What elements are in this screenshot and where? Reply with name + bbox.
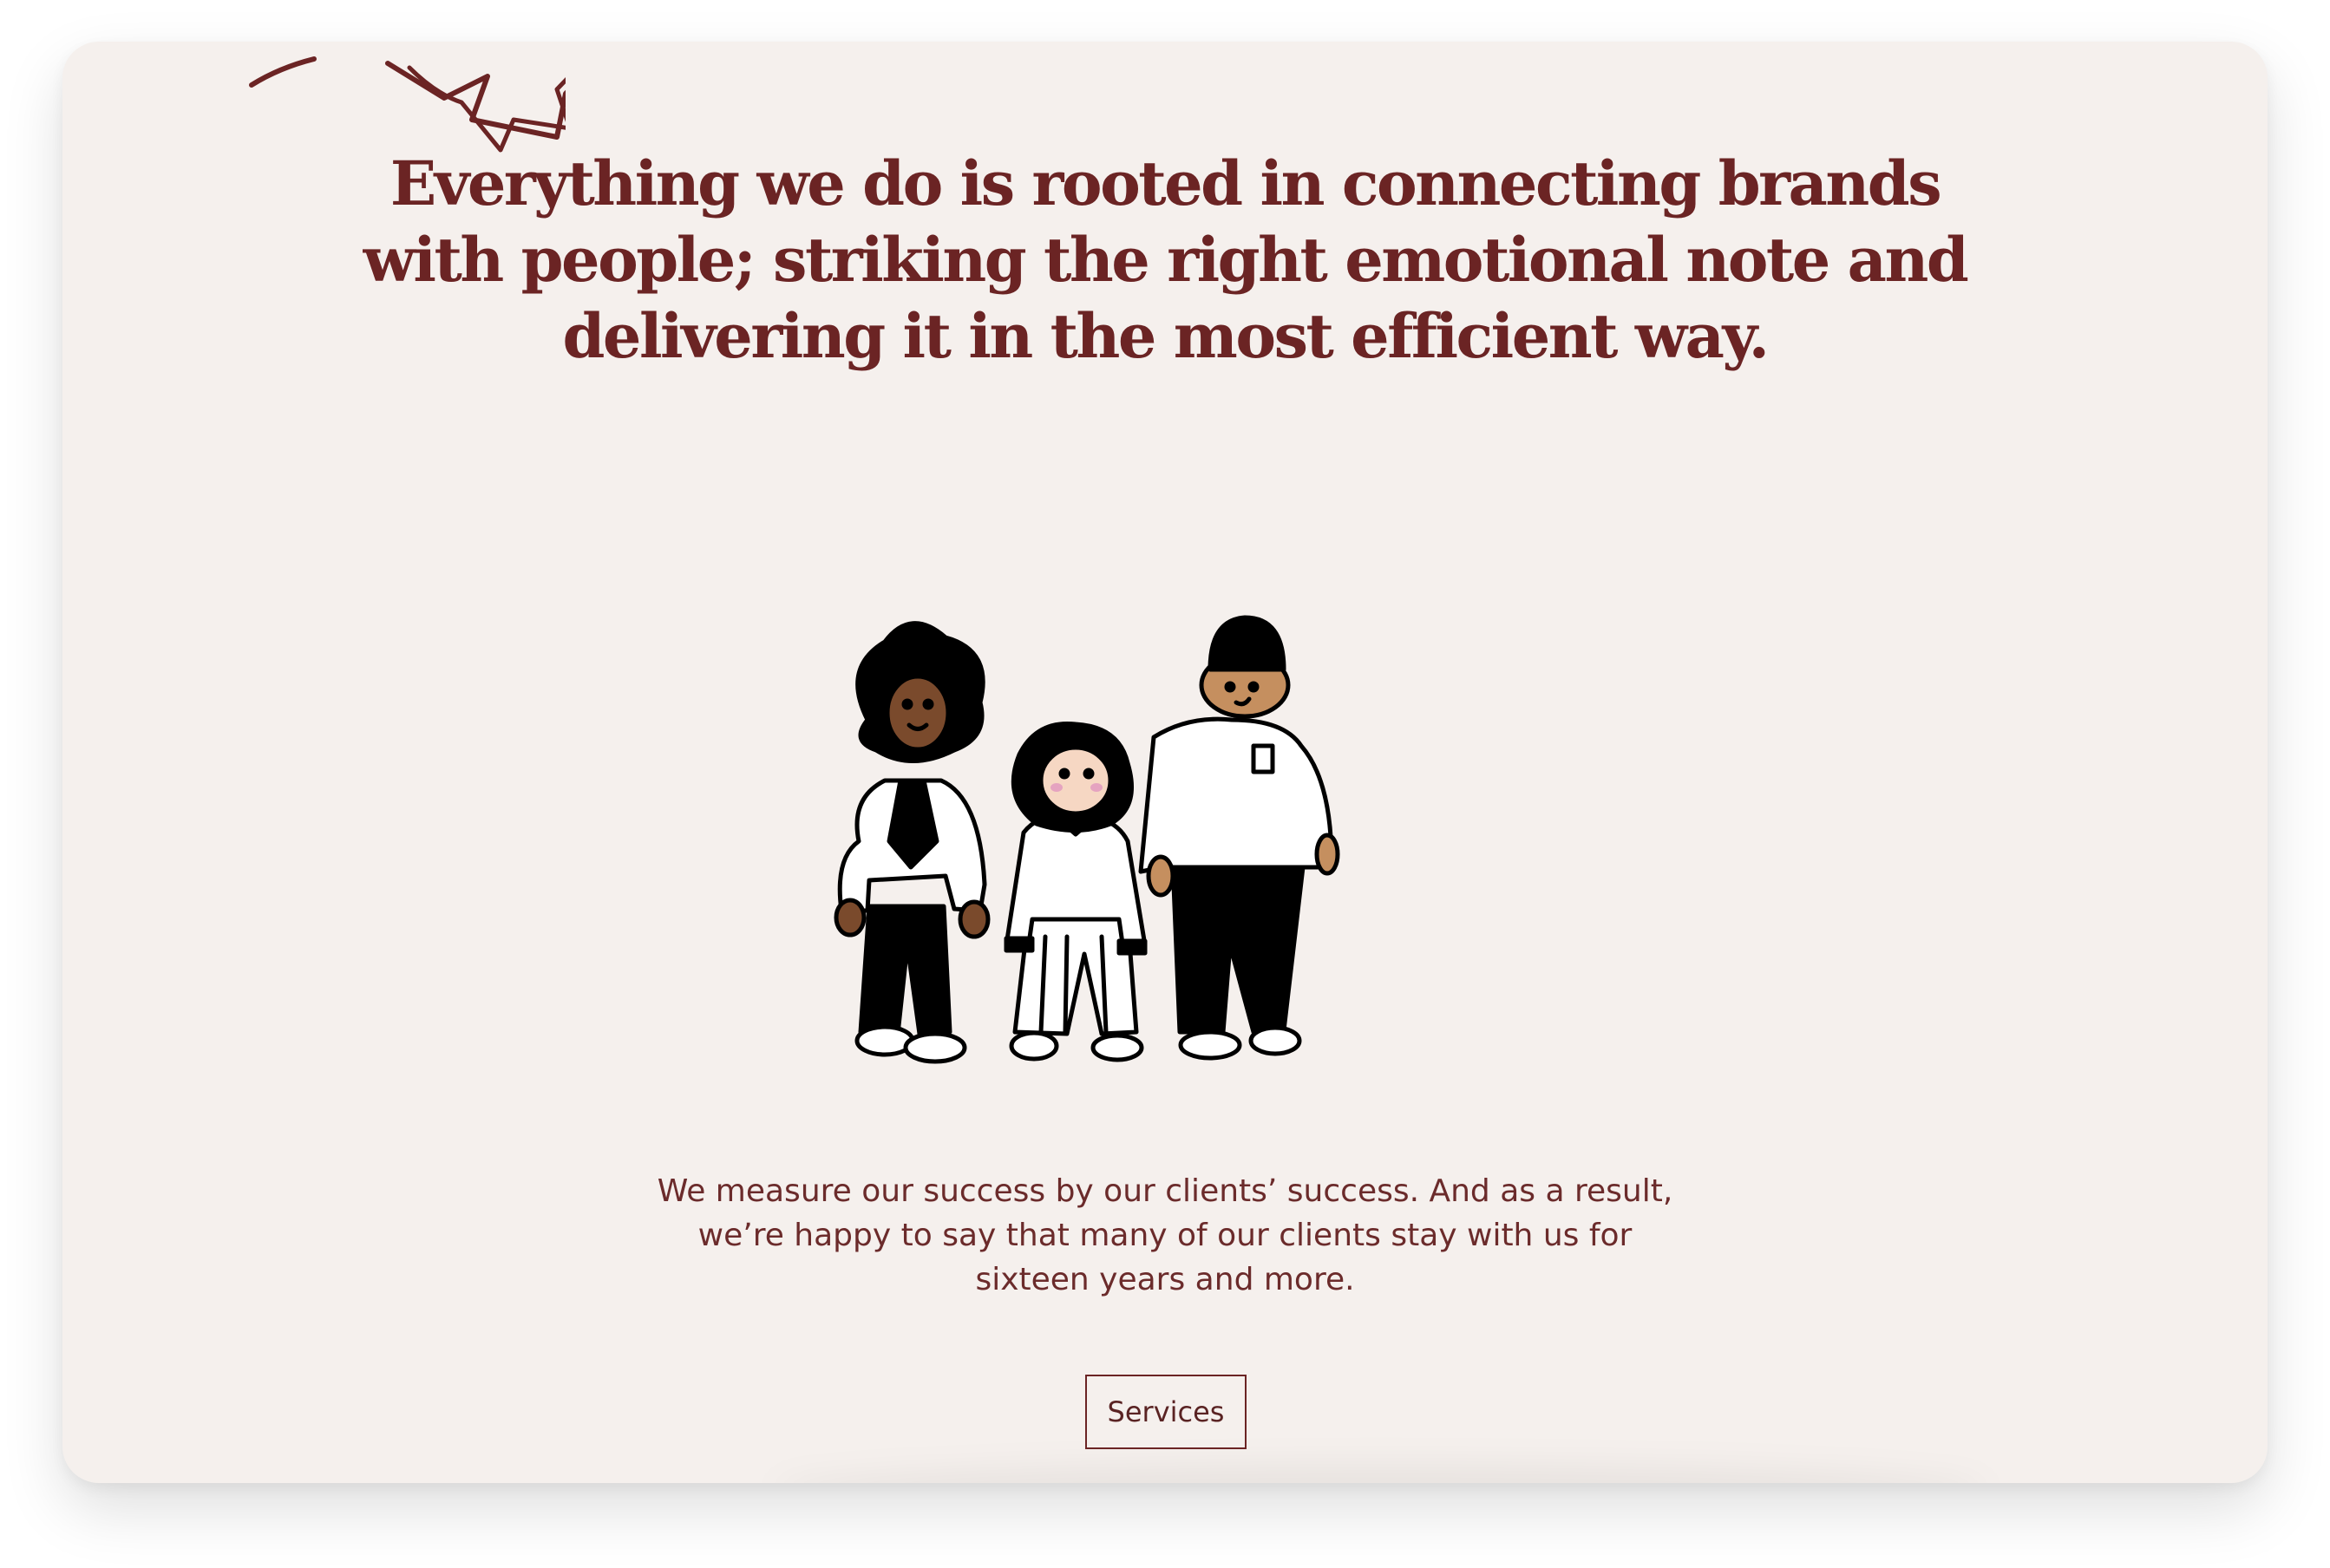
- person-middle: [1004, 721, 1148, 1062]
- headline: Everything we do is rooted in connecting…: [271, 146, 2059, 375]
- about-section-card: Everything we do is rooted in connecting…: [62, 42, 2268, 1483]
- headline-line-2: with people; striking the right emotiona…: [363, 224, 1969, 296]
- three-people-illustration: [834, 615, 1340, 1064]
- body-line-3: sixteen years and more.: [975, 1262, 1355, 1297]
- page: Everything we do is rooted in connecting…: [0, 0, 2330, 1568]
- services-button[interactable]: Services: [1085, 1375, 1247, 1449]
- headline-line-1: Everything we do is rooted in connecting…: [389, 147, 1942, 219]
- bottom-shadow: [774, 1464, 1988, 1483]
- body-line-2: we’re happy to say that many of our clie…: [697, 1218, 1633, 1253]
- body-line-1: We measure our success by our clients’ s…: [657, 1173, 1673, 1209]
- body-paragraph: We measure our success by our clients’ s…: [645, 1169, 1685, 1302]
- person-left: [834, 621, 991, 1064]
- star-doodle-icon: [249, 56, 566, 153]
- person-right: [1138, 615, 1340, 1061]
- headline-line-3: delivering it in the most efficient way.: [562, 300, 1770, 372]
